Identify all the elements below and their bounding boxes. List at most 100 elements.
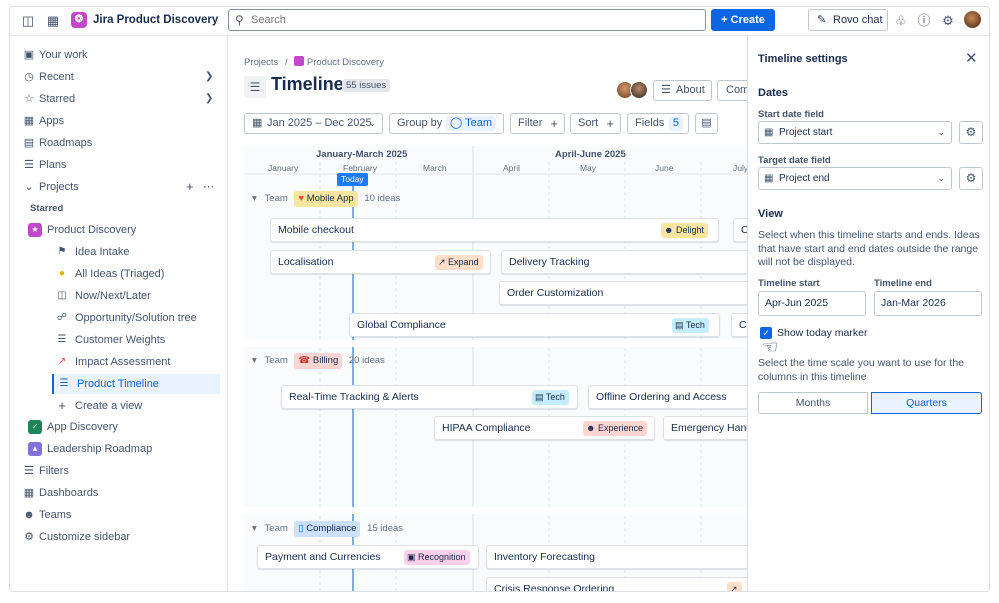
chevron-down-icon[interactable]: ▾ bbox=[252, 355, 257, 366]
idea-card[interactable]: Inventory Forecasting bbox=[486, 545, 747, 569]
breadcrumb-project[interactable]: Product Discovery bbox=[307, 57, 384, 68]
sidebar-item-leadership-roadmap[interactable]: ▲ Leadership Roadmap bbox=[10, 439, 220, 459]
group-header-compliance[interactable]: ▾ Team ▯ Compliance 15 ideas bbox=[252, 521, 403, 537]
idea-card[interactable]: C bbox=[733, 218, 747, 242]
idea-card[interactable]: HIPAA Compliance ☻ Experience bbox=[434, 416, 655, 440]
months-option-button[interactable]: Months bbox=[758, 392, 868, 414]
idea-card[interactable]: Crisis Response Ordering ↗ bbox=[486, 577, 747, 591]
tag-recognition: ▣ Recognition bbox=[404, 550, 470, 565]
idea-card[interactable]: Localisation ↗ Expand bbox=[270, 250, 491, 274]
select-value: Project end bbox=[779, 173, 830, 184]
sidebar-item-roadmaps[interactable]: ▤ Roadmaps bbox=[10, 133, 220, 153]
timeline-view-icon: ☰ bbox=[244, 76, 266, 98]
search-input[interactable] bbox=[251, 13, 691, 27]
view-options-button[interactable]: ▤ bbox=[695, 113, 718, 134]
idea-title: Co bbox=[739, 319, 747, 331]
calendar-icon: ▦ bbox=[252, 117, 263, 129]
group-header-billing[interactable]: ▾ Team ☎ Billing 20 ideas bbox=[252, 353, 385, 369]
idea-card[interactable]: Co bbox=[731, 313, 747, 337]
user-avatar[interactable] bbox=[964, 11, 981, 28]
add-project-icon[interactable]: + bbox=[186, 177, 194, 197]
sidebar-sub-idea-intake[interactable]: ⚑ Idea Intake bbox=[55, 242, 221, 262]
search-box[interactable]: ⚲ bbox=[228, 9, 706, 31]
chevron-down-icon[interactable]: ▾ bbox=[252, 523, 257, 534]
date-range-button[interactable]: ▦ Jan 2025 – Dec 2025 ⌄ bbox=[244, 113, 383, 134]
sidebar-item-apps[interactable]: ▦ Apps bbox=[10, 111, 220, 131]
group-by-button[interactable]: Group by ◯ Team bbox=[389, 113, 504, 134]
rovo-chat-button[interactable]: ✎ Rovo chat bbox=[808, 9, 888, 31]
quarters-option-button[interactable]: Quarters bbox=[871, 392, 982, 414]
idea-card[interactable]: Mobile checkout ☻ Delight bbox=[270, 218, 719, 242]
jira-logo[interactable]: ❂ bbox=[71, 12, 87, 28]
create-button[interactable]: + Create bbox=[711, 9, 775, 31]
settings-gear-icon[interactable]: ⚙ bbox=[940, 13, 956, 29]
idea-card[interactable]: Emergency Handli bbox=[663, 416, 747, 440]
month-label: July bbox=[733, 163, 747, 173]
sidebar-sub-customer-weights[interactable]: ☰ Customer Weights bbox=[55, 330, 221, 350]
notifications-icon[interactable]: ♧ bbox=[893, 13, 909, 29]
sidebar-sub-opportunity-tree[interactable]: ☍ Opportunity/Solution tree bbox=[55, 308, 221, 328]
team-label: Team bbox=[264, 193, 288, 204]
group-separator bbox=[244, 340, 747, 347]
close-icon[interactable]: ✕ bbox=[965, 49, 978, 67]
sidebar: ▣ Your work ◷ Recent ❯ ☆ Starred ❯ ▦ Apps ▤ Roa… bbox=[10, 36, 228, 591]
sidebar-item-dashboards[interactable]: ▦ Dashboards bbox=[10, 483, 220, 503]
sidebar-toggle-icon[interactable]: ◫ bbox=[20, 13, 36, 29]
sidebar-item-your-work[interactable]: ▣ Your work bbox=[10, 45, 220, 65]
sidebar-item-app-discovery[interactable]: ✓ App Discovery bbox=[10, 417, 220, 437]
idea-card[interactable]: Global Compliance ▤ Tech bbox=[349, 313, 720, 337]
idea-card[interactable]: Order Customization bbox=[499, 281, 747, 305]
idea-card[interactable]: Delivery Tracking bbox=[501, 250, 747, 274]
sidebar-item-customize[interactable]: ⚙ Customize sidebar bbox=[10, 527, 220, 547]
dates-heading: Dates bbox=[758, 87, 788, 99]
sidebar-sub-create-view[interactable]: + Create a view bbox=[55, 396, 221, 416]
sidebar-item-label: Teams bbox=[39, 509, 72, 521]
target-date-field-select[interactable]: ▦ Project end ⌄ bbox=[758, 167, 952, 190]
comments-button[interactable]: Comm bbox=[717, 80, 747, 101]
fields-button[interactable]: Fields 5 bbox=[627, 113, 689, 134]
sidebar-sub-now-next-later[interactable]: ◫ Now/Next/Later bbox=[55, 286, 221, 306]
timeline-settings-panel: Timeline settings ✕ Dates Start date fie… bbox=[747, 36, 989, 591]
target-date-settings-icon[interactable]: ⚙ bbox=[959, 167, 983, 190]
idea-card[interactable]: Real-Time Tracking & Alerts ▤ Tech bbox=[281, 385, 578, 409]
app-switcher-icon[interactable]: ▦ bbox=[45, 13, 61, 29]
start-date-field-select[interactable]: ▦ Project start ⌄ bbox=[758, 121, 952, 144]
sidebar-item-teams[interactable]: ☻ Teams bbox=[10, 505, 220, 525]
idea-card[interactable]: Payment and Currencies ▣ Recognition bbox=[257, 545, 479, 569]
sidebar-item-filters[interactable]: ☰ Filters bbox=[10, 461, 220, 481]
timeline-start-input[interactable]: Apr-Jun 2025 bbox=[758, 291, 866, 316]
sidebar-item-plans[interactable]: ☰ Plans bbox=[10, 155, 220, 175]
more-icon[interactable]: ⋯ bbox=[203, 177, 214, 197]
panel-title: Timeline settings bbox=[758, 53, 848, 65]
idea-title: Mobile checkout bbox=[278, 224, 354, 236]
mobile-icon: ▯ bbox=[298, 523, 304, 534]
sidebar-item-starred[interactable]: ☆ Starred ❯ bbox=[10, 89, 220, 109]
idea-card[interactable]: Offline Ordering and Access bbox=[588, 385, 747, 409]
top-navigation: ◫ ▦ ❂ Jira Product Discovery ⚲ + Create … bbox=[10, 7, 989, 36]
start-date-settings-icon[interactable]: ⚙ bbox=[959, 121, 983, 144]
app-name[interactable]: Jira Product Discovery bbox=[93, 14, 218, 26]
show-today-label[interactable]: Show today marker bbox=[777, 327, 867, 339]
breadcrumb-projects[interactable]: Projects bbox=[244, 57, 278, 68]
sidebar-sub-impact-assessment[interactable]: ↗ Impact Assessment bbox=[55, 352, 221, 372]
about-button[interactable]: ☰ About bbox=[653, 80, 712, 101]
breadcrumb-separator: / bbox=[284, 57, 288, 68]
sort-button[interactable]: Sort + bbox=[570, 113, 621, 134]
filter-button[interactable]: Filter + bbox=[510, 113, 565, 134]
sidebar-sub-all-ideas[interactable]: ● All Ideas (Triaged) bbox=[55, 264, 221, 284]
group-header-mobile-app[interactable]: ▾ Team ♥ Mobile App 10 ideas bbox=[252, 191, 400, 207]
chevron-down-icon: ⌄ bbox=[368, 118, 376, 128]
collaborator-avatar[interactable] bbox=[630, 81, 648, 99]
filter-icon: ☰ bbox=[24, 465, 34, 477]
sidebar-item-label: Dashboards bbox=[39, 487, 99, 499]
idea-count: 10 ideas bbox=[364, 193, 401, 204]
hand-pointer-cursor-icon: ☜ bbox=[762, 337, 779, 357]
help-icon[interactable]: ⓘ bbox=[916, 13, 932, 29]
timeline-end-input[interactable]: Jan-Mar 2026 bbox=[874, 291, 982, 316]
sidebar-item-product-discovery[interactable]: ★ Product Discovery bbox=[10, 220, 220, 240]
breadcrumb: Projects / Product Discovery bbox=[244, 56, 384, 68]
chevron-down-icon[interactable]: ▾ bbox=[252, 193, 257, 204]
sidebar-item-projects[interactable]: ⌄ Projects + ⋯ bbox=[10, 177, 220, 197]
sidebar-sub-product-timeline[interactable]: ☰ Product Timeline bbox=[52, 374, 220, 394]
sidebar-item-recent[interactable]: ◷ Recent ❯ bbox=[10, 67, 220, 87]
